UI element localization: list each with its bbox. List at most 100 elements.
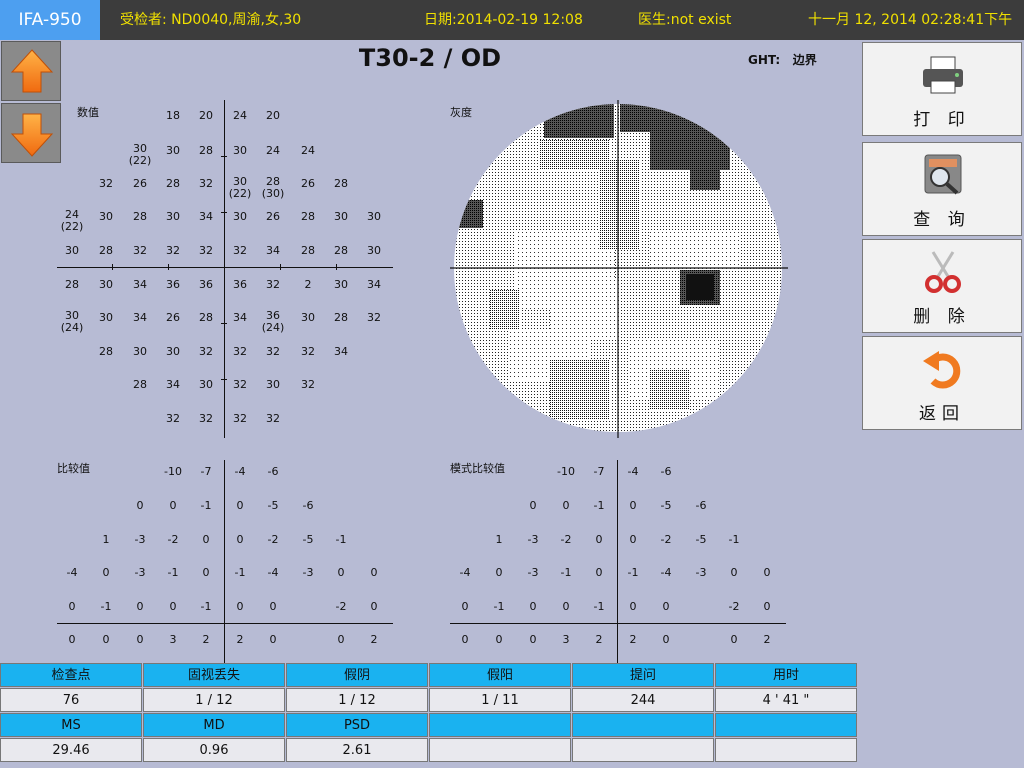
- query-button[interactable]: 查 询: [862, 142, 1022, 236]
- sensitivity-value: 26: [301, 177, 315, 190]
- delete-button[interactable]: 删 除: [862, 239, 1022, 333]
- sensitivity-value: 30: [65, 244, 79, 257]
- app-title: IFA-950: [0, 0, 100, 40]
- pattern-deviation-value: -2: [560, 533, 572, 546]
- pattern-deviation-value: 0: [461, 633, 469, 646]
- back-button[interactable]: 返回: [862, 336, 1022, 430]
- arrow-up-icon: [10, 49, 54, 93]
- pattern-deviation-panel-label: 模式比较值: [450, 462, 505, 475]
- printer-icon: [923, 56, 963, 94]
- total-deviation-value: 1: [102, 533, 110, 546]
- scroll-down-button[interactable]: [1, 103, 61, 163]
- total-deviation-value: -6: [302, 499, 314, 512]
- doctor-info: 医生:not exist: [638, 12, 732, 28]
- total-deviation-vertical-axis: [224, 460, 225, 663]
- axis-tick: [221, 212, 227, 213]
- sensitivity-repeat-value: (22): [60, 220, 84, 233]
- pattern-deviation-value: 0: [662, 633, 670, 646]
- total-deviation-value: -2: [167, 533, 179, 546]
- pattern-deviation-value: -2: [660, 533, 672, 546]
- sensitivity-value: 26: [266, 210, 280, 223]
- total-deviation-value: 3: [169, 633, 177, 646]
- sensitivity-value: 28: [301, 210, 315, 223]
- pattern-deviation-vertical-axis: [617, 460, 618, 663]
- total-deviation-value: -4: [66, 566, 78, 579]
- sensitivity-value: 2: [304, 278, 312, 291]
- pattern-deviation-value: 0: [629, 499, 637, 512]
- pattern-deviation-value: 1: [495, 533, 503, 546]
- sensitivity-value: 24: [301, 144, 315, 157]
- total-deviation-value: -1: [167, 566, 179, 579]
- sensitivity-repeat-value: (22): [128, 154, 152, 167]
- ght-label: GHT:: [748, 53, 781, 67]
- total-deviation-value: 0: [102, 633, 110, 646]
- sensitivity-value: 28: [334, 244, 348, 257]
- pattern-deviation-value: -2: [728, 600, 740, 613]
- total-deviation-value: 0: [169, 600, 177, 613]
- total-deviation-value: 0: [102, 566, 110, 579]
- sensitivity-value: 32: [301, 345, 315, 358]
- sensitivity-value: 32: [199, 412, 213, 425]
- pattern-deviation-value: 0: [730, 633, 738, 646]
- sensitivity-value: 34: [133, 311, 147, 324]
- scroll-up-button[interactable]: [1, 41, 61, 101]
- stats-value-cell: 2.61: [286, 738, 428, 762]
- pattern-deviation-value: -1: [627, 566, 639, 579]
- values-panel-label: 数值: [77, 106, 99, 119]
- pattern-deviation-value: 0: [529, 600, 537, 613]
- total-deviation-value: -5: [267, 499, 279, 512]
- print-button[interactable]: 打 印: [862, 42, 1022, 136]
- delete-button-label: 删 除: [913, 307, 971, 327]
- sensitivity-value: 34: [199, 210, 213, 223]
- print-button-label: 打 印: [913, 110, 971, 130]
- grayscale-field-map: [450, 100, 788, 438]
- sensitivity-value: 30: [266, 378, 280, 391]
- sensitivity-value: 26: [166, 311, 180, 324]
- sensitivity-value: 36: [233, 278, 247, 291]
- pattern-deviation-value: -6: [660, 465, 672, 478]
- total-deviation-value: -5: [302, 533, 314, 546]
- total-deviation-value: 0: [68, 633, 76, 646]
- stats-value-cell: [572, 738, 714, 762]
- stats-value-cell: [715, 738, 857, 762]
- stats-header-cell: [429, 713, 571, 737]
- sensitivity-value: 28: [65, 278, 79, 291]
- sensitivity-value: 18: [166, 109, 180, 122]
- pattern-deviation-value: -1: [728, 533, 740, 546]
- axis-tick: [168, 264, 169, 270]
- pattern-deviation-value: -4: [660, 566, 672, 579]
- sensitivity-value: 32: [166, 244, 180, 257]
- patient-info: 受检者: ND0040,周渝,女,30: [120, 12, 302, 28]
- total-deviation-value: -1: [234, 566, 246, 579]
- pattern-deviation-value: -4: [627, 465, 639, 478]
- sensitivity-value: 34: [233, 311, 247, 324]
- stats-header-cell: 固视丢失: [143, 663, 285, 687]
- total-deviation-value: 2: [236, 633, 244, 646]
- pattern-deviation-value: -3: [527, 533, 539, 546]
- sensitivity-value: 34: [334, 345, 348, 358]
- sensitivity-value: 30: [99, 278, 113, 291]
- total-deviation-value: -3: [134, 533, 146, 546]
- pattern-deviation-value: -1: [593, 600, 605, 613]
- total-deviation-value: -2: [335, 600, 347, 613]
- sensitivity-value: 24: [233, 109, 247, 122]
- total-deviation-value: 0: [269, 633, 277, 646]
- sensitivity-value: 28: [133, 210, 147, 223]
- total-deviation-panel-label: 比较值: [57, 462, 90, 475]
- total-deviation-value: 0: [136, 600, 144, 613]
- total-deviation-value: -10: [164, 465, 182, 478]
- sensitivity-value: 32: [166, 412, 180, 425]
- total-deviation-value: -7: [200, 465, 212, 478]
- stats-value-cell: 1 / 12: [143, 688, 285, 712]
- total-deviation-value: 0: [202, 533, 210, 546]
- total-deviation-value: 0: [269, 600, 277, 613]
- sensitivity-value: 34: [266, 244, 280, 257]
- pattern-deviation-value: -1: [493, 600, 505, 613]
- sensitivity-repeat-value: (22): [228, 187, 252, 200]
- sensitivity-value: 28: [99, 345, 113, 358]
- stats-value-cell: [429, 738, 571, 762]
- total-deviation-value: 0: [236, 533, 244, 546]
- sensitivity-value: 30: [166, 210, 180, 223]
- total-deviation-value: 0: [68, 600, 76, 613]
- pattern-deviation-value: 0: [595, 533, 603, 546]
